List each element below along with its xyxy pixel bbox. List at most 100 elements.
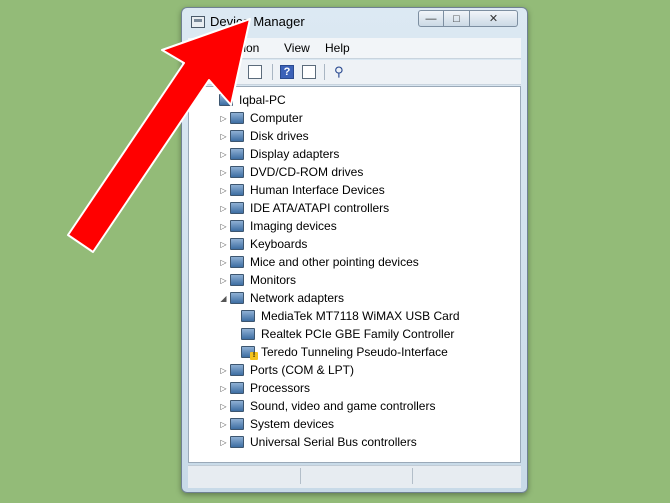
tree-item-keyboards[interactable]: ▷ Keyboards [219, 235, 307, 253]
tree-child-teredo[interactable]: Teredo Tunneling Pseudo-Interface [241, 343, 448, 361]
expand-icon[interactable]: ▷ [219, 366, 228, 375]
tree-item-label: Monitors [250, 273, 297, 287]
camera-icon [230, 220, 244, 232]
tree-item-label: Disk drives [250, 129, 309, 143]
device-manager-window: Device Manager — □ ✕ File Action View He… [181, 7, 528, 493]
tree-item-label: Realtek PCIe GBE Family Controller [261, 327, 455, 341]
tree-item-ide-controllers[interactable]: ▷ IDE ATA/ATAPI controllers [219, 199, 389, 217]
monitor-icon [230, 274, 244, 286]
expand-icon[interactable]: ▷ [219, 384, 228, 393]
expand-icon[interactable]: ▷ [219, 186, 228, 195]
network-adapter-icon [241, 310, 255, 322]
processor-icon [230, 382, 244, 394]
title-bar[interactable]: Device Manager — □ ✕ [182, 8, 527, 36]
network-adapter-icon [230, 292, 244, 304]
speaker-icon [230, 400, 244, 412]
tree-item-label: IDE ATA/ATAPI controllers [250, 201, 390, 215]
maximize-button[interactable]: □ [444, 10, 470, 27]
expand-icon[interactable]: ▷ [219, 150, 228, 159]
hid-icon [230, 184, 244, 196]
computer-icon [219, 94, 233, 106]
menu-view[interactable]: View [284, 41, 310, 55]
close-icon: ✕ [488, 13, 499, 25]
toolbar: ? ⚲ [188, 60, 521, 85]
tree-item-label: Universal Serial Bus controllers [250, 435, 417, 449]
menu-action[interactable]: Action [226, 41, 259, 55]
port-icon [230, 364, 244, 376]
tree-item-usb[interactable]: ▷ Universal Serial Bus controllers [219, 433, 417, 451]
tree-item-label: Ports (COM & LPT) [250, 363, 355, 377]
properties-icon[interactable] [248, 65, 262, 79]
expand-icon[interactable]: ▷ [219, 420, 228, 429]
tree-item-sound[interactable]: ▷ Sound, video and game controllers [219, 397, 435, 415]
root-label: Iqbal-PC [239, 93, 286, 107]
expand-icon[interactable]: ▷ [219, 438, 228, 447]
close-button[interactable]: ✕ [470, 10, 518, 27]
tree-item-mice[interactable]: ▷ Mice and other pointing devices [219, 253, 419, 271]
tree-item-network-adapters[interactable]: ◢ Network adapters [219, 289, 344, 307]
system-device-icon [230, 418, 244, 430]
update-driver-icon[interactable] [302, 65, 316, 79]
tree-item-disk-drives[interactable]: ▷ Disk drives [219, 127, 309, 145]
network-adapter-icon [241, 328, 255, 340]
tree-item-monitors[interactable]: ▷ Monitors [219, 271, 296, 289]
device-tree[interactable]: Iqbal-PC ▷ Computer ▷ Disk drives ▷ Disp… [188, 86, 521, 463]
expand-icon[interactable]: ▷ [219, 240, 228, 249]
expand-icon[interactable]: ▷ [219, 204, 228, 213]
menu-file[interactable]: File [198, 41, 217, 55]
computer-icon [230, 112, 244, 124]
tree-item-label: Teredo Tunneling Pseudo-Interface [261, 345, 448, 359]
status-segment [300, 468, 413, 484]
tree-item-computer[interactable]: ▷ Computer [219, 109, 303, 127]
forward-icon[interactable] [216, 65, 230, 79]
tree-item-label: MediaTek MT7118 WiMAX USB Card [261, 309, 460, 323]
tree-item-processors[interactable]: ▷ Processors [219, 379, 310, 397]
mouse-icon [230, 256, 244, 268]
tree-item-label: Processors [250, 381, 311, 395]
tree-item-label: Sound, video and game controllers [250, 399, 436, 413]
usb-icon [230, 436, 244, 448]
tree-item-label: Computer [250, 111, 303, 125]
tree-item-label: System devices [250, 417, 335, 431]
expand-icon[interactable]: ▷ [219, 132, 228, 141]
tree-item-label: Network adapters [250, 291, 345, 305]
menu-help[interactable]: Help [325, 41, 350, 55]
tree-item-system-devices[interactable]: ▷ System devices [219, 415, 334, 433]
help-icon[interactable]: ? [280, 65, 294, 79]
maximize-icon: □ [453, 12, 460, 25]
minimize-button[interactable]: — [418, 10, 444, 27]
tree-root[interactable]: Iqbal-PC [219, 91, 286, 109]
toolbar-separator [324, 64, 325, 80]
collapse-icon[interactable]: ◢ [219, 294, 228, 303]
dvd-drive-icon [230, 166, 244, 178]
keyboard-icon [230, 238, 244, 250]
tree-child-mediatek[interactable]: MediaTek MT7118 WiMAX USB Card [241, 307, 460, 325]
scan-hardware-icon[interactable]: ⚲ [334, 65, 348, 79]
expand-icon[interactable]: ▷ [219, 168, 228, 177]
window-title: Device Manager [210, 14, 305, 29]
tree-item-dvd-drives[interactable]: ▷ DVD/CD-ROM drives [219, 163, 363, 181]
tree-item-display-adapters[interactable]: ▷ Display adapters [219, 145, 339, 163]
tree-item-ports[interactable]: ▷ Ports (COM & LPT) [219, 361, 354, 379]
display-adapter-icon [230, 148, 244, 160]
back-icon[interactable] [196, 65, 210, 79]
tree-item-label: Keyboards [250, 237, 308, 251]
expand-icon[interactable]: ▷ [219, 222, 228, 231]
expand-icon[interactable]: ▷ [219, 276, 228, 285]
expand-icon[interactable]: ▷ [219, 402, 228, 411]
expand-icon[interactable]: ▷ [219, 114, 228, 123]
tree-item-label: DVD/CD-ROM drives [250, 165, 364, 179]
ide-controller-icon [230, 202, 244, 214]
tree-item-label: Display adapters [250, 147, 340, 161]
tree-item-imaging-devices[interactable]: ▷ Imaging devices [219, 217, 336, 235]
minimize-icon: — [425, 12, 437, 25]
warning-network-adapter-icon [241, 346, 258, 360]
tree-item-hid[interactable]: ▷ Human Interface Devices [219, 181, 385, 199]
tree-item-label: Mice and other pointing devices [250, 255, 419, 269]
expand-icon[interactable]: ▷ [219, 258, 228, 267]
window-controls: — □ ✕ [418, 10, 518, 28]
disk-drive-icon [230, 130, 244, 142]
menu-bar: File Action View Help [188, 38, 521, 59]
tree-child-realtek[interactable]: Realtek PCIe GBE Family Controller [241, 325, 454, 343]
tree-item-label: Human Interface Devices [250, 183, 385, 197]
